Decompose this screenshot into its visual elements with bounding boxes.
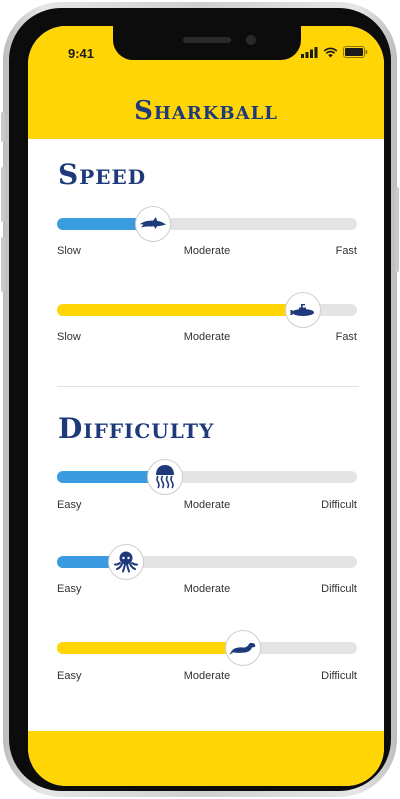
slider-fill (57, 304, 303, 316)
app-header: 9:41 Sharkball (28, 26, 384, 139)
slider-thumb[interactable] (135, 206, 171, 242)
label-max: Fast (335, 245, 357, 257)
difficulty-slider-jellyfish[interactable] (57, 459, 357, 495)
section-divider (57, 386, 359, 387)
label-max: Difficult (321, 499, 357, 511)
difficulty-slider-otter[interactable] (57, 630, 357, 666)
app-title: Sharkball (134, 96, 278, 126)
label-mid: Moderate (183, 245, 231, 257)
notch (113, 26, 301, 60)
slider-thumb[interactable] (147, 459, 183, 495)
speed-slider-submarine[interactable] (57, 292, 357, 328)
label-max: Difficult (321, 583, 357, 595)
octopus-icon (114, 551, 138, 573)
phone-bezel: 9:41 Sharkball Speed Slow Moderate Fast … (9, 8, 391, 791)
speed-section-title: Speed (58, 158, 147, 191)
slider-thumb[interactable] (108, 544, 144, 580)
slider-fill (57, 642, 243, 654)
otter-icon (229, 642, 256, 655)
battery-icon (343, 46, 368, 58)
status-time: 9:41 (68, 46, 95, 61)
speed-slider-shark[interactable] (57, 206, 357, 242)
status-icons (301, 46, 368, 58)
signal-icon (301, 46, 318, 58)
screen: 9:41 Sharkball Speed Slow Moderate Fast … (28, 26, 384, 786)
speaker-grille (183, 37, 231, 43)
volume-down-button (1, 237, 5, 292)
side-button (395, 187, 399, 272)
wifi-icon (323, 47, 338, 57)
app-footer (28, 731, 384, 786)
mute-switch (1, 112, 5, 142)
slider-thumb[interactable] (285, 292, 321, 328)
front-camera (246, 35, 256, 45)
label-mid: Moderate (183, 670, 231, 682)
label-mid: Moderate (183, 331, 231, 343)
difficulty-slider-octopus[interactable] (57, 544, 357, 580)
slider-thumb[interactable] (225, 630, 261, 666)
label-max: Fast (335, 331, 357, 343)
label-mid: Moderate (183, 583, 231, 595)
label-max: Difficult (321, 670, 357, 682)
label-mid: Moderate (183, 499, 231, 511)
difficulty-section-title: Difficulty (58, 412, 215, 445)
jellyfish-icon (156, 465, 174, 489)
phone-frame: 9:41 Sharkball Speed Slow Moderate Fast … (1, 2, 399, 797)
shark-icon (140, 217, 166, 229)
volume-up-button (1, 167, 5, 222)
submarine-icon (290, 304, 314, 316)
